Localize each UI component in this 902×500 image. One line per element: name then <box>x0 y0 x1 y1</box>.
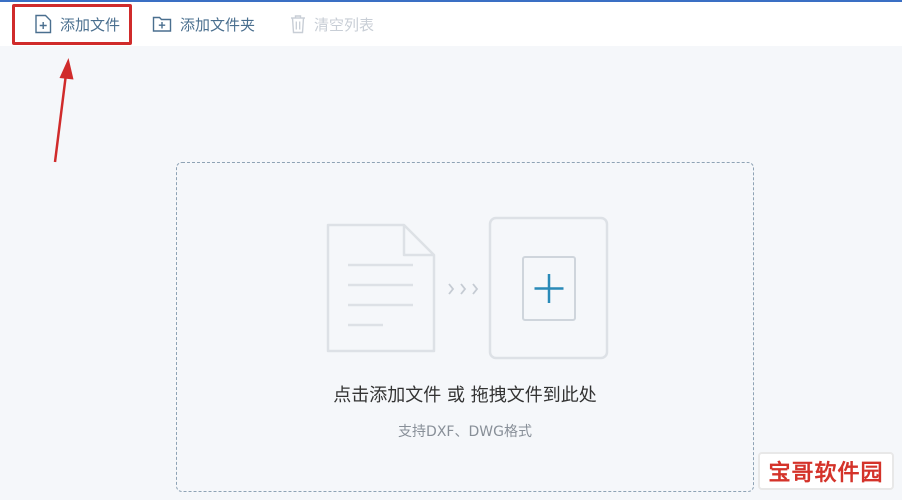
chevrons-icon <box>448 283 479 295</box>
watermark-logo: 宝哥软件园 <box>758 452 894 490</box>
drop-zone-title: 点击添加文件 或 拖拽文件到此处 <box>333 385 597 406</box>
drop-zone[interactable]: 点击添加文件 或 拖拽文件到此处 支持DXF、DWG格式 <box>176 162 754 492</box>
document-icon <box>326 223 436 353</box>
drop-zone-subtitle: 支持DXF、DWG格式 <box>398 424 532 440</box>
add-box-icon <box>488 216 609 360</box>
drop-illustration <box>326 216 609 360</box>
watermark-text: 宝哥软件园 <box>768 461 884 486</box>
